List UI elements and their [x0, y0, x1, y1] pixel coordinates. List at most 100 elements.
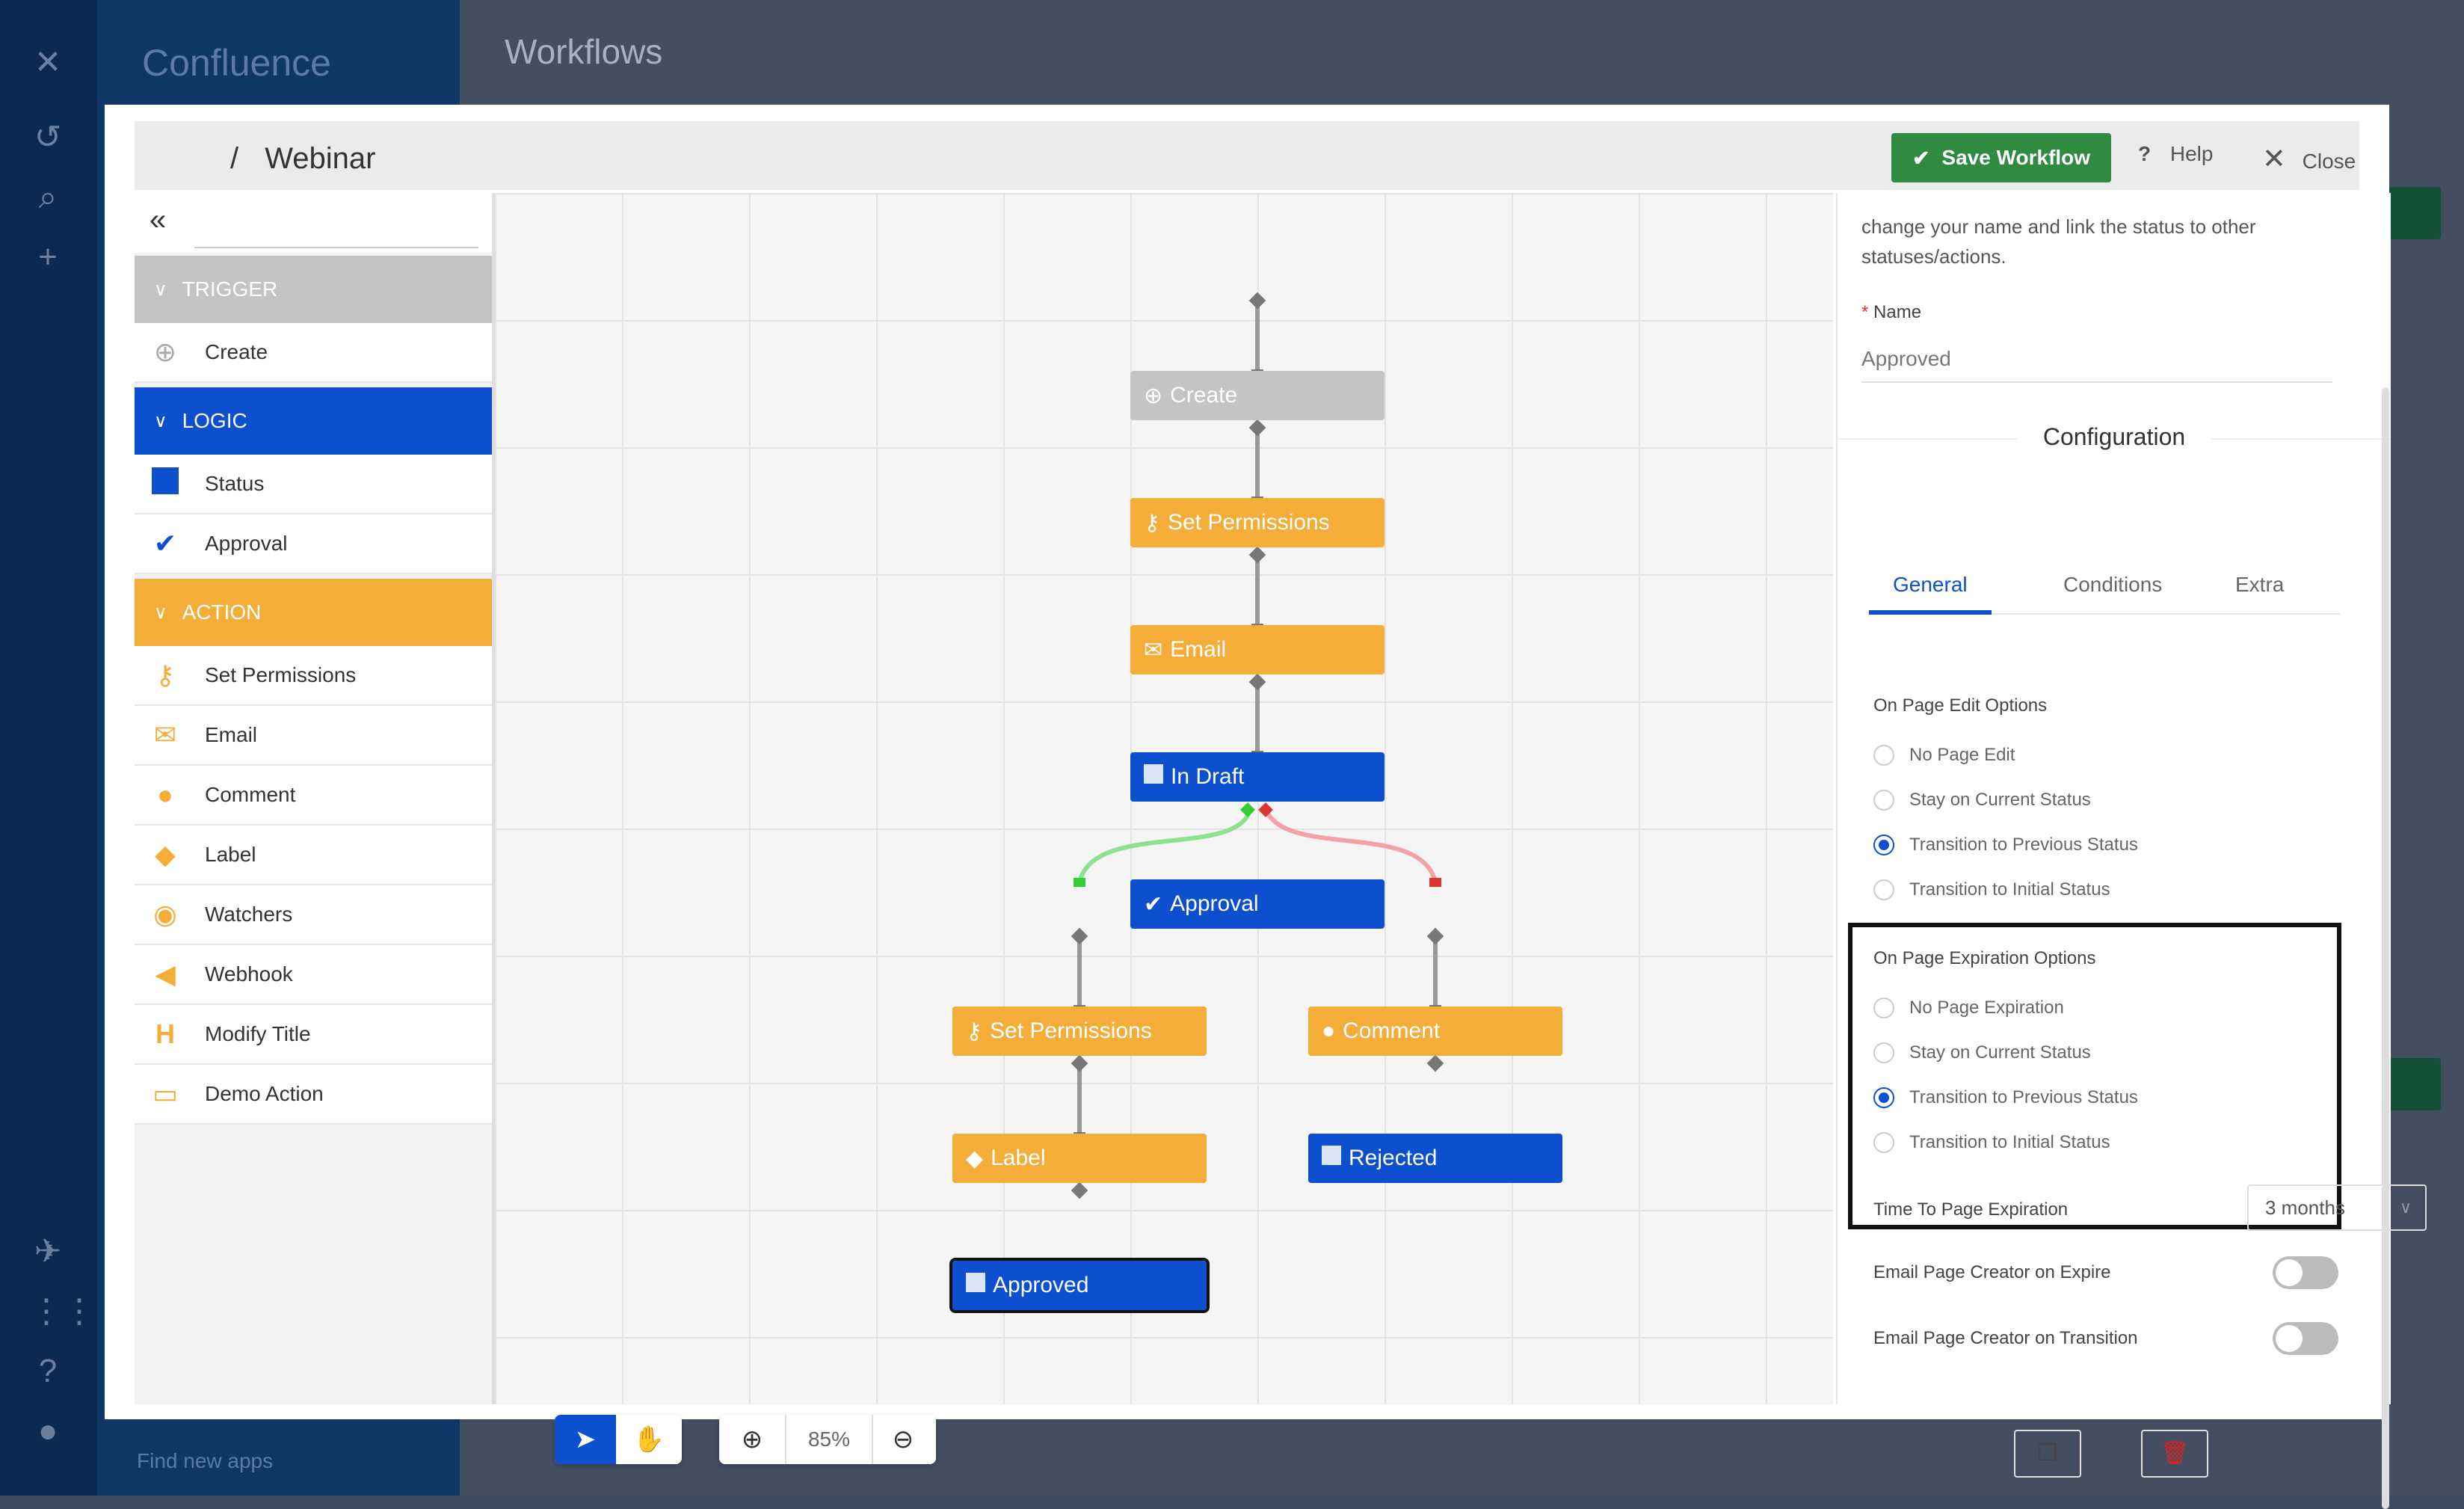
email-on-transition-toggle[interactable]: [2273, 1322, 2338, 1355]
name-label: Name: [1873, 302, 1922, 322]
square-icon: [1322, 1146, 1341, 1171]
radio-button[interactable]: [1873, 745, 1894, 766]
palette-item-modify-title[interactable]: H Modify Title: [135, 1005, 492, 1065]
radio-label: Transition to Initial Status: [1909, 879, 2110, 900]
node-rejected[interactable]: Rejected: [1308, 1134, 1562, 1183]
section-logic[interactable]: ∨ LOGIC: [135, 387, 492, 455]
pointer-tool-icon[interactable]: ➤: [555, 1415, 616, 1464]
palette-item-label: Label: [205, 843, 256, 866]
square-icon: [147, 467, 184, 501]
section-label: LOGIC: [182, 409, 247, 432]
plus-circle-icon: ⊕: [1144, 383, 1163, 408]
required-mark: *: [1861, 302, 1869, 322]
create-icon[interactable]: +: [30, 239, 66, 275]
chevron-down-icon: ∨: [154, 411, 167, 431]
help-button[interactable]: ? Help: [2138, 142, 2213, 166]
node-label: Approval: [1170, 891, 1259, 916]
radio-button-selected[interactable]: [1873, 835, 1894, 855]
palette-item-webhook[interactable]: ◀ Webhook: [135, 945, 492, 1005]
palette-item-approval[interactable]: ✔ Approval: [135, 514, 492, 574]
node-email[interactable]: ✉ Email: [1130, 625, 1385, 674]
palette-item-set-permissions[interactable]: ⚷ Set Permissions: [135, 646, 492, 706]
close-button[interactable]: ✕ Close: [2262, 142, 2356, 176]
tag-icon: ◆: [155, 839, 176, 870]
name-input[interactable]: Approved: [1861, 336, 2332, 383]
palette-item-status[interactable]: Status: [135, 455, 492, 514]
workflow-canvas[interactable]: ⊕ Create ⚷ Set Permissions ✉ Email In Dr…: [495, 193, 1833, 1464]
radio-button[interactable]: [1873, 1042, 1894, 1063]
radio-button[interactable]: [1873, 790, 1894, 811]
tab-extra[interactable]: Extra: [2235, 573, 2284, 597]
section-trigger[interactable]: ∨ TRIGGER: [135, 256, 492, 323]
node-in-draft[interactable]: In Draft: [1130, 752, 1385, 802]
edit-option-previous[interactable]: Transition to Previous Status: [1873, 835, 2138, 855]
avatar[interactable]: ●: [30, 1413, 66, 1449]
email-on-transition-label: Email Page Creator on Transition: [1873, 1328, 2138, 1348]
palette-item-comment[interactable]: ● Comment: [135, 766, 492, 826]
workflow-name: Webinar: [265, 142, 376, 175]
tab-general[interactable]: General: [1893, 573, 1968, 597]
zoom-toolbar: ⊕ 85% ⊖: [719, 1415, 936, 1464]
collapse-icon[interactable]: «: [150, 203, 166, 237]
palette-item-label[interactable]: ◆ Label: [135, 826, 492, 885]
palette-item-create[interactable]: ⊕ Create: [135, 323, 492, 383]
radio-button-selected[interactable]: [1873, 1087, 1894, 1108]
palette-item-label: Approval: [205, 532, 288, 555]
node-approved[interactable]: Approved: [949, 1258, 1210, 1313]
hand-tool-icon[interactable]: ✋: [616, 1415, 682, 1464]
expiry-option-previous[interactable]: Transition to Previous Status: [1873, 1087, 2138, 1108]
delete-button[interactable]: 🗑: [2141, 1430, 2208, 1478]
email-on-expire-toggle[interactable]: [2273, 1256, 2338, 1289]
chevron-down-icon: ∨: [154, 279, 167, 300]
eye-icon: ◉: [153, 899, 177, 929]
edit-options-title: On Page Edit Options: [1873, 695, 2048, 716]
tab-conditions[interactable]: Conditions: [2063, 573, 2162, 597]
palette-item-watchers[interactable]: ◉ Watchers: [135, 885, 492, 945]
section-action[interactable]: ∨ ACTION: [135, 579, 492, 646]
node-create[interactable]: ⊕ Create: [1130, 371, 1385, 420]
chevron-down-icon: ∨: [2399, 1198, 2412, 1217]
palette-item-demo-action[interactable]: ▭ Demo Action: [135, 1065, 492, 1125]
radio-button[interactable]: [1873, 879, 1894, 900]
page-title: Workflows: [505, 32, 663, 71]
radio-button[interactable]: [1873, 1132, 1894, 1153]
edit-option-initial[interactable]: Transition to Initial Status: [1873, 879, 2110, 900]
radio-label: No Page Expiration: [1909, 998, 2064, 1018]
save-workflow-button[interactable]: ✔ Save Workflow: [1891, 133, 2111, 182]
radio-label: Stay on Current Status: [1909, 790, 2091, 810]
app-name: Confluence: [142, 42, 331, 84]
zoom-out-icon[interactable]: ⊖: [870, 1415, 936, 1464]
palette-item-email[interactable]: ✉ Email: [135, 706, 492, 766]
palette-item-label: Demo Action: [205, 1082, 324, 1105]
expiry-option-no-expiration[interactable]: No Page Expiration: [1873, 998, 2064, 1018]
key-icon: ⚷: [966, 1018, 982, 1044]
apps-grid-icon[interactable]: ⋮⋮: [30, 1294, 96, 1330]
node-label: In Draft: [1171, 764, 1245, 789]
node-label[interactable]: ◆ Label: [952, 1134, 1207, 1183]
panel-scrollbar[interactable]: [2382, 387, 2389, 1509]
zoom-in-icon[interactable]: ⊕: [719, 1415, 785, 1464]
section-label: TRIGGER: [182, 277, 278, 301]
node-set-permissions[interactable]: ⚷ Set Permissions: [1130, 498, 1385, 547]
expiry-option-stay[interactable]: Stay on Current Status: [1873, 1042, 2091, 1063]
find-apps-link[interactable]: Find new apps: [137, 1449, 273, 1473]
edit-option-stay[interactable]: Stay on Current Status: [1873, 790, 2091, 811]
radio-button[interactable]: [1873, 998, 1894, 1018]
node-label: Set Permissions: [1167, 510, 1330, 535]
node-approval[interactable]: ✔ Approval: [1130, 879, 1385, 929]
help-icon[interactable]: ?: [30, 1353, 66, 1389]
expiry-option-initial[interactable]: Transition to Initial Status: [1873, 1132, 2110, 1153]
edit-option-no-page-edit[interactable]: No Page Edit: [1873, 745, 2015, 766]
search-icon[interactable]: ⌕: [30, 179, 66, 215]
expiration-select[interactable]: 3 months ∨: [2247, 1184, 2427, 1231]
name-field-label: * Name: [1861, 302, 1921, 323]
node-set-permissions-2[interactable]: ⚷ Set Permissions: [952, 1006, 1207, 1056]
recent-icon[interactable]: ↺: [30, 120, 66, 156]
notification-icon[interactable]: ✈: [30, 1234, 66, 1270]
breadcrumb: / Webinar: [230, 142, 375, 176]
confluence-logo-icon[interactable]: ✕: [30, 45, 66, 81]
palette-item-label: Create: [205, 340, 268, 363]
node-comment[interactable]: ● Comment: [1308, 1006, 1562, 1056]
expiry-options-title: On Page Expiration Options: [1873, 948, 2096, 968]
duplicate-button[interactable]: ❐: [2014, 1430, 2081, 1478]
